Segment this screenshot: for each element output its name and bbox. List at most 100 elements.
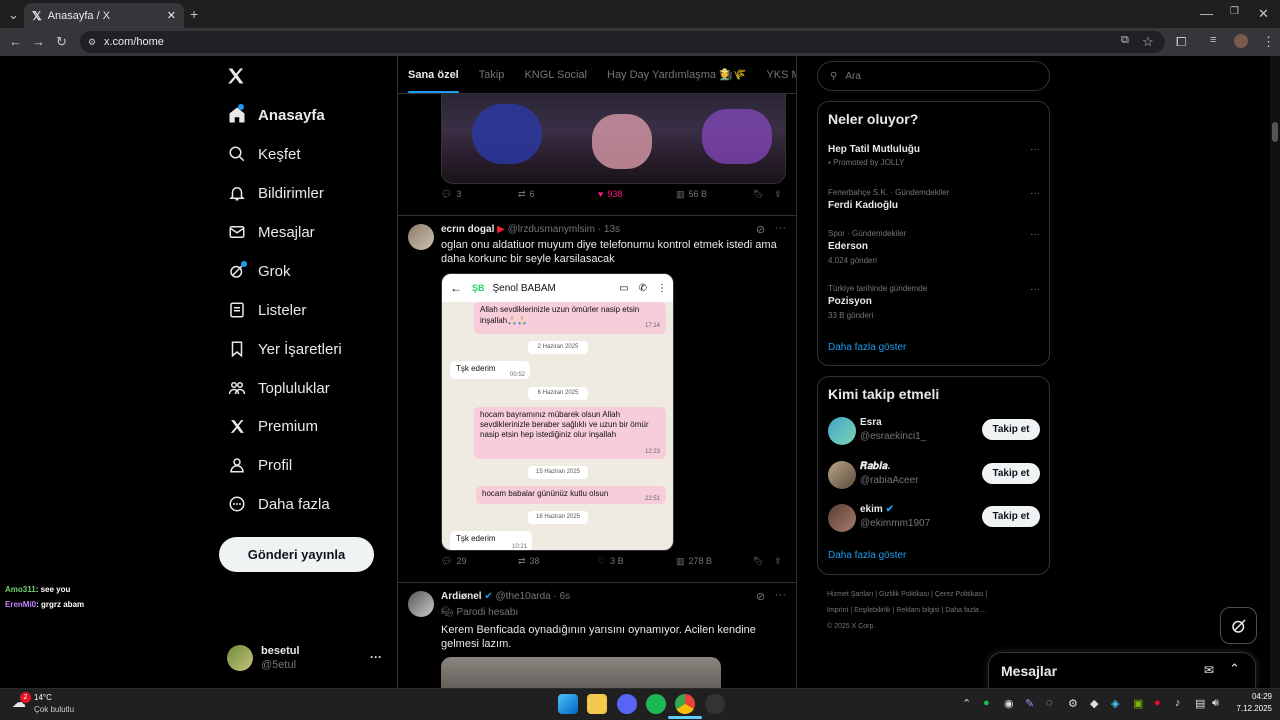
trends-show-more[interactable]: Daha fazla göster: [828, 342, 906, 353]
footer-link[interactable]: Hizmet Şartları: [827, 591, 873, 598]
tweet-avatar[interactable]: [408, 591, 434, 617]
profile-avatar-icon[interactable]: [1234, 34, 1248, 48]
like-button[interactable]: ♥ 938: [598, 189, 622, 199]
tray-chevron-icon[interactable]: ⌃: [962, 697, 971, 710]
tweet-media-image[interactable]: ← ŞB Şenol BABAM ▭ ✆ ⋮ Allah sevdiklerin…: [441, 273, 674, 551]
avatar[interactable]: [828, 504, 856, 532]
file-explorer-icon[interactable]: [587, 694, 607, 714]
tray-spotify-icon[interactable]: ●: [983, 697, 990, 709]
reload-icon[interactable]: ↻: [56, 35, 67, 48]
repost-button[interactable]: ⇄ 38: [518, 556, 540, 567]
reply-button[interactable]: 💬︎ 3: [441, 189, 461, 200]
scrollbar[interactable]: [1270, 56, 1280, 688]
chrome-icon[interactable]: [675, 694, 695, 714]
follow-suggestion[interactable]: Esra @esraekinci1_ Takip et: [828, 417, 1040, 447]
post-button[interactable]: Gönderi yayınla: [219, 537, 374, 572]
expand-icon[interactable]: ⌃: [1229, 661, 1240, 677]
restore-icon[interactable]: ❐: [1230, 7, 1239, 17]
search-input[interactable]: ⚲ Ara: [817, 61, 1050, 91]
tray-app-icon[interactable]: ●: [1154, 697, 1161, 709]
follow-show-more[interactable]: Daha fazla göster: [828, 550, 906, 561]
tab-for-you[interactable]: Sana özel: [408, 56, 459, 93]
tweet-media-image[interactable]: [441, 657, 721, 688]
back-icon[interactable]: ←: [9, 35, 22, 48]
tray-app-icon[interactable]: ⚙: [1068, 697, 1078, 710]
trend-item[interactable]: Hep Tatil Mutluluğu ▪ Promoted by JOLLY …: [828, 144, 1040, 167]
follow-suggestion[interactable]: 𝑹𝒂𝒃𝒊𝒂. @rabiaAceer Takip et: [828, 461, 1040, 491]
trend-item[interactable]: Spor · Gündemdekiler Ederson 4.024 gönde…: [828, 229, 1040, 265]
avatar[interactable]: [828, 461, 856, 489]
repost-button[interactable]: ⇄ 6: [518, 189, 535, 200]
messages-drawer[interactable]: Mesajlar ✉ ⌃: [988, 652, 1256, 688]
tweet-media-image[interactable]: [441, 94, 786, 184]
bookmark-button[interactable]: 🔖︎: [753, 556, 764, 567]
nav-profile[interactable]: Profil: [226, 451, 292, 479]
reply-button[interactable]: 💬︎ 29: [441, 556, 466, 567]
tab-search-icon[interactable]: ⌄: [8, 8, 19, 21]
tray-network-icon[interactable]: ▤: [1195, 697, 1205, 710]
new-tab-icon[interactable]: +: [190, 7, 198, 21]
tray-app-icon[interactable]: ◌: [1046, 697, 1053, 709]
extensions-icon[interactable]: ⧠: [1176, 35, 1186, 48]
views-button[interactable]: ▥ 278 B: [676, 556, 712, 567]
tray-pen-icon[interactable]: ✎: [1025, 697, 1034, 710]
clock[interactable]: 04:29 7.12.2025: [1232, 692, 1272, 713]
more-options-icon[interactable]: ···: [775, 589, 786, 601]
nav-messages[interactable]: Mesajlar: [226, 218, 315, 246]
tray-mic-icon[interactable]: ♪: [1175, 697, 1181, 709]
address-bar[interactable]: ⚙ x.com/home: [80, 31, 1165, 53]
tab-following[interactable]: Takip: [479, 56, 505, 93]
footer-link[interactable]: Çerez Politikası: [935, 591, 984, 598]
tab-list-yks[interactable]: YKS Man: [766, 56, 796, 93]
minimize-icon[interactable]: —: [1200, 7, 1213, 20]
share-button[interactable]: ⇪: [774, 189, 782, 200]
tweet-time[interactable]: · 6s: [554, 591, 571, 602]
nav-grok[interactable]: Grok: [226, 257, 291, 285]
account-avatar[interactable]: [227, 645, 253, 671]
bookmark-button[interactable]: 🔖︎: [753, 189, 764, 200]
like-button[interactable]: ♡ 3 B: [598, 556, 624, 567]
forward-icon[interactable]: →: [32, 35, 45, 48]
app-icon[interactable]: [705, 694, 725, 714]
tweet-author-name[interactable]: ecrın dogal: [441, 224, 494, 235]
nav-bookmarks[interactable]: Yer İşaretleri: [226, 335, 342, 363]
tray-steam-icon[interactable]: ◉: [1004, 697, 1014, 710]
share-button[interactable]: ⇪: [774, 556, 782, 567]
follow-button[interactable]: Takip et: [982, 419, 1040, 440]
grok-icon[interactable]: ⊘: [756, 223, 765, 236]
start-icon[interactable]: [558, 694, 578, 714]
close-tab-icon[interactable]: ✕: [167, 9, 176, 22]
new-message-icon[interactable]: ✉: [1204, 663, 1214, 677]
follow-button[interactable]: Takip et: [982, 506, 1040, 527]
tab-list-hayday[interactable]: Hay Day Yardımlaşma 🧑‍🌾🌾: [607, 56, 746, 93]
avatar[interactable]: [828, 417, 856, 445]
more-options-icon[interactable]: ···: [1030, 144, 1040, 155]
nav-more[interactable]: Daha fazla: [226, 490, 330, 518]
tray-app-icon[interactable]: ◆: [1090, 697, 1098, 710]
close-window-icon[interactable]: ✕: [1258, 7, 1269, 20]
more-options-icon[interactable]: ···: [775, 222, 786, 234]
footer-link[interactable]: Erişilebilirlik: [854, 607, 891, 614]
tweet-avatar[interactable]: [408, 224, 434, 250]
nav-explore[interactable]: Keşfet: [226, 140, 301, 168]
nav-lists[interactable]: Listeler: [226, 296, 306, 324]
tray-app-icon[interactable]: ◈: [1111, 697, 1119, 710]
x-logo-icon[interactable]: [226, 66, 246, 86]
scrollbar-thumb[interactable]: [1272, 122, 1278, 142]
tweet-time[interactable]: · 13s: [598, 224, 620, 235]
grok-float-button[interactable]: [1220, 607, 1257, 644]
trend-item[interactable]: Fenerbahçe S.K. · Gündemdekiler Ferdi Ka…: [828, 188, 1040, 211]
tweet-handle[interactable]: @the10arda: [496, 591, 551, 602]
bookmark-star-icon[interactable]: ☆: [1142, 35, 1154, 48]
nav-notifications[interactable]: Bildirimler: [226, 179, 324, 207]
follow-button[interactable]: Takip et: [982, 463, 1040, 484]
browser-tab[interactable]: 𝕏 Anasayfa / X ✕: [24, 3, 184, 28]
spotify-icon[interactable]: [646, 694, 666, 714]
site-info-icon[interactable]: ⚙: [88, 37, 96, 48]
media-control-icon[interactable]: ≡: [1210, 35, 1216, 46]
tray-volume-icon[interactable]: 🔊︎: [1212, 697, 1219, 710]
more-options-icon[interactable]: ···: [1030, 229, 1040, 240]
footer-link[interactable]: Imprint: [827, 607, 848, 614]
tab-list-kngl[interactable]: KNGL Social: [524, 56, 587, 93]
more-options-icon[interactable]: ···: [1030, 188, 1040, 199]
